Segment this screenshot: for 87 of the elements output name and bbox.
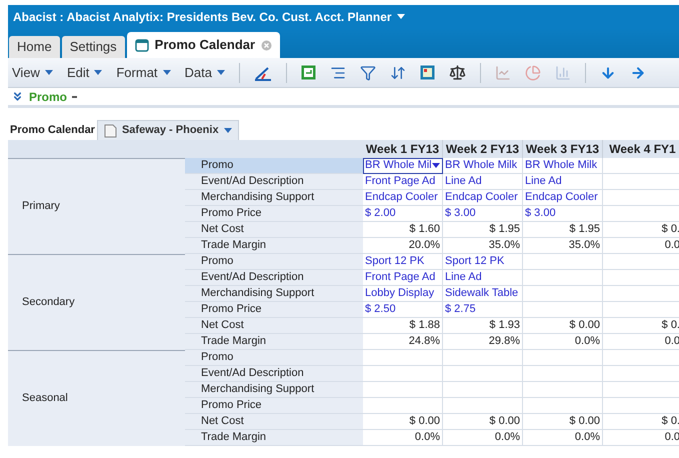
- expand-icon[interactable]: [11, 90, 24, 103]
- row-label: Promo Price: [185, 302, 363, 318]
- table-cell[interactable]: Front Page Ad: [363, 174, 443, 190]
- filter-dash-icon[interactable]: [72, 96, 78, 98]
- sheet-tab[interactable]: Safeway - Phoenix: [96, 120, 239, 140]
- table-cell: $ 0.: [603, 414, 679, 430]
- column-header: Week 1 FY13: [363, 140, 443, 158]
- line-chart-icon[interactable]: [495, 64, 511, 80]
- group-label: Primary: [22, 199, 60, 214]
- refresh-icon[interactable]: [301, 65, 316, 80]
- caret-icon: [224, 128, 232, 133]
- row-label: Net Cost: [185, 222, 363, 238]
- table-cell[interactable]: Endcap Cooler: [363, 190, 443, 206]
- table-cell: $ 0.00: [523, 318, 603, 334]
- arrow-down-icon[interactable]: [600, 64, 616, 80]
- tab[interactable]: Home: [9, 36, 60, 58]
- group-label: Seasonal: [22, 391, 68, 406]
- table-cell[interactable]: BR Whole Mil: [363, 158, 443, 174]
- table-cell: $ 1.60: [363, 222, 443, 238]
- row-label: Trade Margin: [185, 334, 363, 350]
- menu-button[interactable]: Format: [116, 62, 171, 82]
- caret-icon: [396, 14, 405, 19]
- row-label: Promo: [185, 254, 363, 270]
- window-title: Abacist : Abacist Analytix: Presidents Bev. Co. Cust. Acct. Planner: [13, 8, 392, 26]
- table-cell[interactable]: $ 2.00: [363, 206, 443, 222]
- table-cell: $ 0.00: [363, 414, 443, 430]
- menu-button[interactable]: Data: [184, 62, 225, 82]
- row-label: Promo: [185, 350, 363, 366]
- table-cell: $ 1.95: [523, 222, 603, 238]
- table-cell: 35.0%: [443, 238, 523, 254]
- chart-axis-icon[interactable]: [254, 64, 272, 80]
- table-cell: 0.0%: [363, 430, 443, 446]
- filter-label[interactable]: Promo: [29, 88, 68, 106]
- menu-button[interactable]: View: [12, 62, 53, 82]
- table-cell[interactable]: Front Page Ad: [363, 270, 443, 286]
- row-label: Event/Ad Description: [185, 174, 363, 190]
- table-cell[interactable]: $ 2.50: [363, 302, 443, 318]
- row-label: Net Cost: [185, 414, 363, 430]
- sort-icon[interactable]: [390, 64, 406, 80]
- caret-icon: [44, 70, 53, 75]
- table-cell[interactable]: $ 3.00: [443, 206, 523, 222]
- column-header: Week 2 FY13: [443, 140, 523, 158]
- row-label: Merchandising Support: [185, 190, 363, 206]
- close-icon[interactable]: [261, 40, 272, 50]
- table-cell: $ 1.88: [363, 318, 443, 334]
- filter-icon[interactable]: [360, 64, 376, 80]
- table-cell[interactable]: BR Whole Milk: [443, 158, 523, 174]
- row-label: Event/Ad Description: [185, 270, 363, 286]
- row-label: Trade Margin: [185, 238, 363, 254]
- table-cell: $ 0.: [603, 318, 679, 334]
- row-label: Promo Price: [185, 398, 363, 414]
- table-cell: $ 1.95: [443, 222, 523, 238]
- table-cell: $ 0.00: [523, 414, 603, 430]
- caret-icon: [94, 70, 102, 75]
- row-label: Trade Margin: [185, 430, 363, 446]
- calendar-icon: [134, 38, 149, 52]
- caret-icon: [162, 70, 171, 75]
- table-cell: 0.0%: [443, 430, 523, 446]
- row-label: Promo Price: [185, 206, 363, 222]
- indent-icon[interactable]: [330, 64, 346, 80]
- bar-chart-icon[interactable]: [555, 64, 571, 80]
- row-label: Promo: [185, 158, 363, 174]
- row-label: Merchandising Support: [185, 286, 363, 302]
- document-icon: [104, 124, 117, 138]
- table-cell[interactable]: Sport 12 PK: [363, 254, 443, 270]
- table-cell[interactable]: Endcap Cooler: [443, 190, 523, 206]
- scale-icon[interactable]: [449, 64, 466, 81]
- row-label: Net Cost: [185, 318, 363, 334]
- table-cell: $ 1.93: [443, 318, 523, 334]
- table-cell: 20.0%: [363, 238, 443, 254]
- menu-button[interactable]: Edit: [66, 62, 102, 82]
- table-cell: $ 0.: [603, 222, 679, 238]
- tab[interactable]: Promo Calendar: [126, 32, 280, 58]
- column-header: Week 4 FY1: [603, 140, 679, 158]
- tab[interactable]: Settings: [62, 36, 125, 58]
- grid-icon[interactable]: [420, 65, 435, 80]
- table-cell[interactable]: Line Ad: [443, 174, 523, 190]
- row-label: Merchandising Support: [185, 382, 363, 398]
- group-label: Secondary: [22, 295, 75, 310]
- caret-icon: [217, 70, 225, 75]
- table-cell[interactable]: Lobby Display: [363, 286, 443, 302]
- row-label: Event/Ad Description: [185, 366, 363, 382]
- column-header: Week 3 FY13: [523, 140, 603, 158]
- table-cell: 0.0%: [523, 430, 603, 446]
- pie-chart-icon[interactable]: [525, 64, 541, 80]
- caret-icon: [432, 163, 440, 168]
- table-cell: $ 0.00: [443, 414, 523, 430]
